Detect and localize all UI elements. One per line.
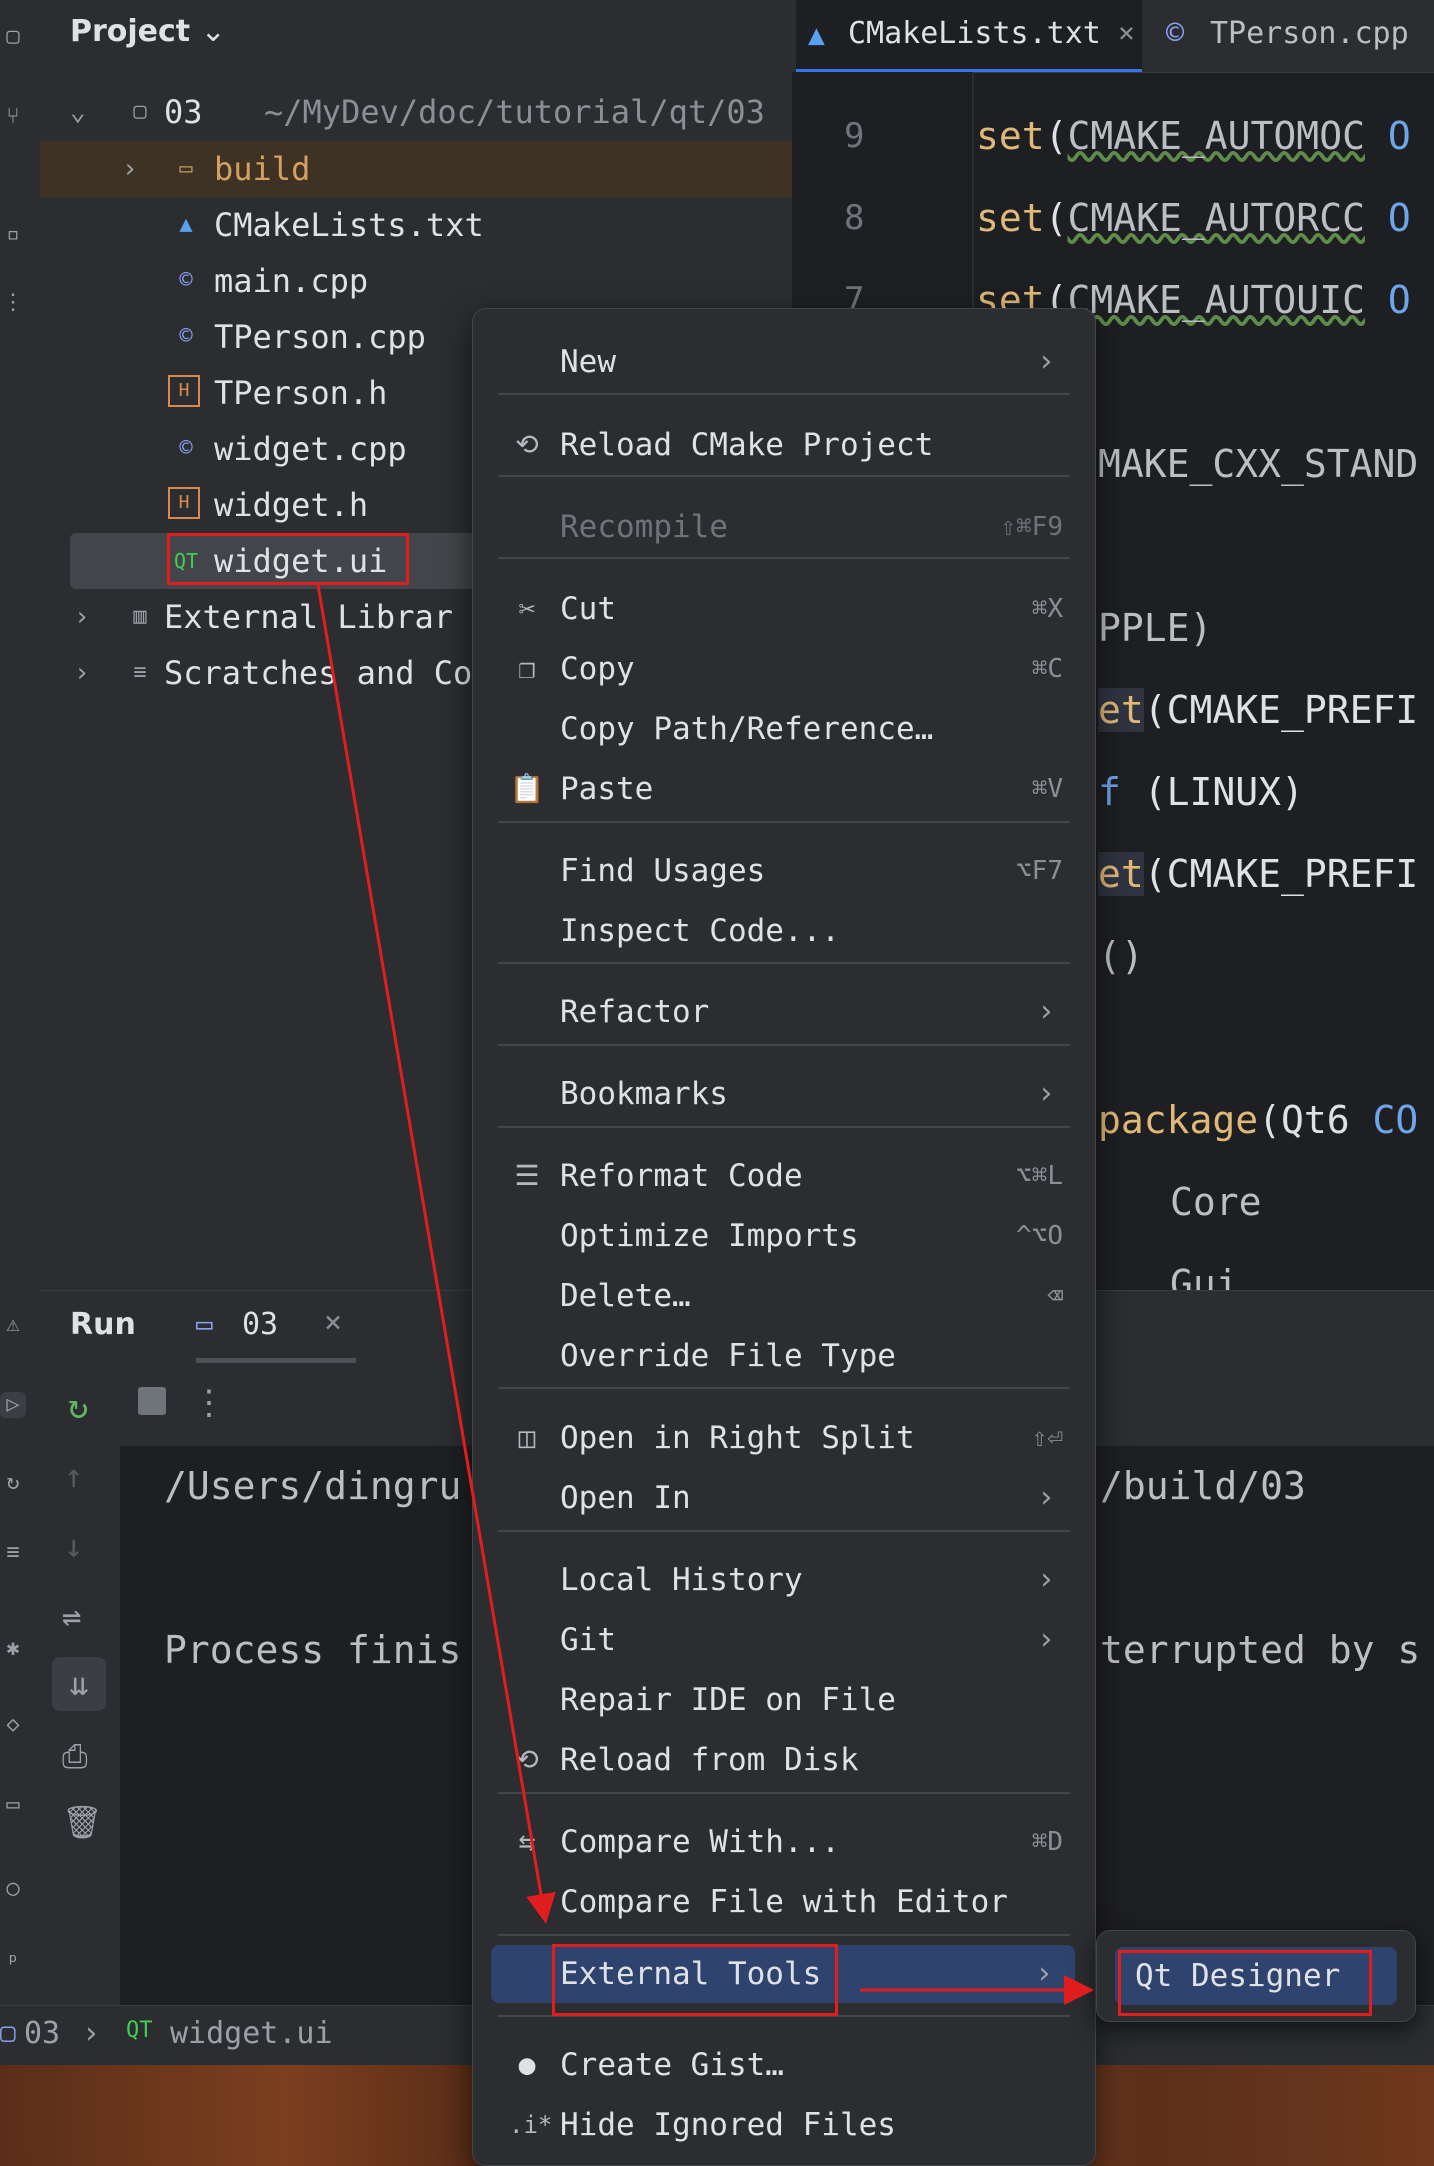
annotation-arrow-down <box>316 584 556 1924</box>
annotation-arrows <box>316 584 1094 2005</box>
